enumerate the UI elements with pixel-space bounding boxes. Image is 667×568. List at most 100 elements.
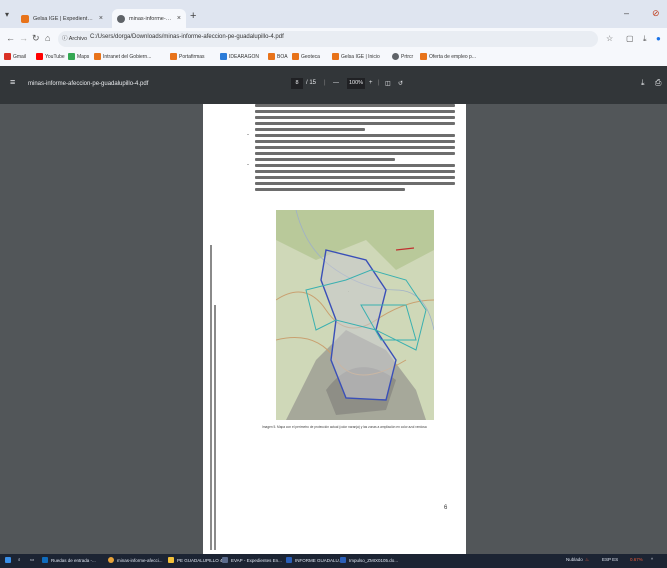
svg-text:·: · bbox=[348, 289, 349, 293]
figure-caption: Imagen 5. Mapa con el perímetro de prote… bbox=[262, 425, 427, 429]
profile-icon[interactable]: ⊘ bbox=[652, 8, 660, 19]
text-line bbox=[255, 122, 455, 125]
aragon-icon bbox=[332, 53, 339, 60]
site-info-label[interactable]: ⓘ Archivo bbox=[62, 34, 87, 42]
bullet: - bbox=[247, 162, 249, 168]
reload-icon[interactable]: ↻ bbox=[32, 33, 40, 44]
chrome-pdf-favicon-icon bbox=[117, 14, 125, 23]
bookmark-gelsa[interactable]: Gelsa IGE | Inicio bbox=[332, 53, 380, 60]
protection-perimeter-map: · bbox=[276, 210, 434, 420]
text-line bbox=[255, 176, 455, 179]
bookmark-intranet[interactable]: Intranet del Gobiern... bbox=[94, 53, 151, 60]
folder-icon bbox=[168, 557, 174, 563]
toolbar-divider: | bbox=[324, 80, 326, 86]
download-pdf-icon[interactable]: ⤓ bbox=[641, 78, 645, 88]
taskbar-item-outlook[interactable]: Ruedas de entrada -... bbox=[42, 557, 96, 563]
aragon-icon bbox=[292, 53, 299, 60]
taskbar-item-word1[interactable]: INFORME GUADALU... bbox=[286, 557, 343, 563]
text-line bbox=[255, 188, 405, 191]
maps-icon bbox=[68, 53, 75, 60]
battery-status[interactable]: 0.67% bbox=[630, 557, 643, 562]
weather-icon: ♨ bbox=[585, 557, 590, 562]
home-icon[interactable]: ⌂ bbox=[45, 33, 50, 43]
aragon-icon bbox=[268, 53, 275, 60]
text-line bbox=[255, 104, 455, 107]
text-line bbox=[255, 146, 455, 149]
idearagon-icon bbox=[220, 53, 227, 60]
taskbar-item-word2[interactable]: Impulso_ZMIX0105.do... bbox=[340, 557, 398, 563]
close-tab-icon[interactable]: × bbox=[177, 15, 181, 22]
text-line bbox=[255, 152, 455, 155]
bookmark-maps[interactable]: Maps bbox=[68, 53, 89, 60]
minimize-button[interactable]: – bbox=[624, 8, 629, 18]
text-line bbox=[255, 170, 455, 173]
word-icon bbox=[340, 557, 346, 563]
tab-pdf[interactable]: minas-informe-afeccion-pe-gu × bbox=[112, 9, 186, 28]
page-number-input[interactable]: 8 bbox=[291, 78, 303, 89]
text-line bbox=[255, 140, 455, 143]
zoom-out-button[interactable]: — bbox=[333, 80, 339, 86]
tab-gelsa[interactable]: Gelsa IGE | Expediente | Editar IG × bbox=[16, 9, 108, 28]
taskbar-item-evap[interactable]: EVAP - Expedientes En... bbox=[222, 557, 282, 563]
address-url[interactable]: C:/Users/dorga/Downloads/minas-informe-a… bbox=[90, 34, 284, 40]
youtube-icon bbox=[36, 53, 43, 60]
back-icon[interactable]: ← bbox=[6, 33, 15, 43]
tab-search-button[interactable]: ▾ bbox=[5, 10, 9, 19]
bookmark-geoteca[interactable]: Geoteca bbox=[292, 53, 320, 60]
pdf-title: minas-informe-afeccion-pe-guadalupillo-4… bbox=[28, 81, 149, 87]
text-line bbox=[255, 134, 455, 137]
text-line bbox=[255, 158, 395, 161]
language-indicator[interactable]: ESP ES bbox=[602, 557, 618, 562]
forward-icon[interactable]: → bbox=[19, 33, 28, 43]
text-line bbox=[255, 116, 455, 119]
menu-icon[interactable]: ≡ bbox=[10, 77, 15, 87]
text-line bbox=[255, 128, 365, 131]
aragon-icon bbox=[420, 53, 427, 60]
bookmark-portafirmas[interactable]: Portafirmas bbox=[170, 53, 205, 60]
tab-title: minas-informe-afeccion-pe-gu bbox=[129, 15, 173, 22]
taskbar-item-chrome[interactable]: minas-informe-afecci... bbox=[108, 557, 163, 563]
bookmark-gmail[interactable]: Gmail bbox=[4, 53, 26, 60]
zoom-in-button[interactable]: + bbox=[369, 80, 373, 86]
close-tab-icon[interactable]: × bbox=[99, 15, 103, 22]
text-line bbox=[255, 110, 455, 113]
side-registration-text bbox=[210, 245, 218, 550]
text-line bbox=[255, 182, 455, 185]
print-icon[interactable]: ⎙ bbox=[655, 78, 661, 88]
new-tab-button[interactable]: + bbox=[190, 10, 196, 22]
weather-status[interactable]: Nublado bbox=[566, 557, 583, 562]
text-line bbox=[255, 164, 455, 167]
toolbar-divider: | bbox=[378, 80, 380, 86]
bookmark-idearagon[interactable]: IDEARAGON bbox=[220, 53, 259, 60]
page-number: 6 bbox=[444, 505, 448, 511]
word-icon bbox=[286, 557, 292, 563]
aragon-icon bbox=[94, 53, 101, 60]
tray-chevron-icon[interactable]: ^ bbox=[651, 557, 653, 562]
taskbar-item-folder[interactable]: PE GUADALUPILLO 4 bbox=[168, 557, 223, 563]
download-icon[interactable]: ⤓ bbox=[643, 34, 647, 44]
extensions-icon[interactable]: ▢ bbox=[626, 34, 634, 43]
task-view-icon[interactable]: ▭ bbox=[30, 557, 34, 563]
bookmark-star-icon[interactable]: ☆ bbox=[606, 34, 613, 43]
site-icon bbox=[392, 53, 399, 60]
rotate-icon[interactable]: ↺ bbox=[398, 80, 403, 87]
gelsa-favicon-icon bbox=[21, 14, 29, 23]
account-icon[interactable]: ● bbox=[656, 34, 661, 43]
aragon-icon bbox=[170, 53, 177, 60]
windows-icon bbox=[5, 557, 11, 563]
bookmark-empleo[interactable]: Oferta de empleo p... bbox=[420, 53, 476, 60]
page-total: / 15 bbox=[306, 80, 317, 86]
start-button[interactable] bbox=[5, 557, 11, 563]
outlook-icon bbox=[42, 557, 48, 563]
bookmark-boa[interactable]: BOA bbox=[268, 53, 288, 60]
bookmark-youtube[interactable]: YouTube bbox=[36, 53, 65, 60]
search-icon[interactable]: ⌕ bbox=[18, 557, 21, 562]
bookmark-prtrcr[interactable]: Prtrcr bbox=[392, 53, 413, 60]
fit-page-icon[interactable]: ◫ bbox=[385, 80, 391, 87]
zoom-input[interactable]: 100% bbox=[347, 78, 365, 89]
app-icon bbox=[222, 557, 228, 563]
side-text-line bbox=[214, 305, 216, 550]
chrome-icon bbox=[108, 557, 114, 563]
side-text-line bbox=[210, 245, 212, 550]
bullet: - bbox=[247, 132, 249, 138]
